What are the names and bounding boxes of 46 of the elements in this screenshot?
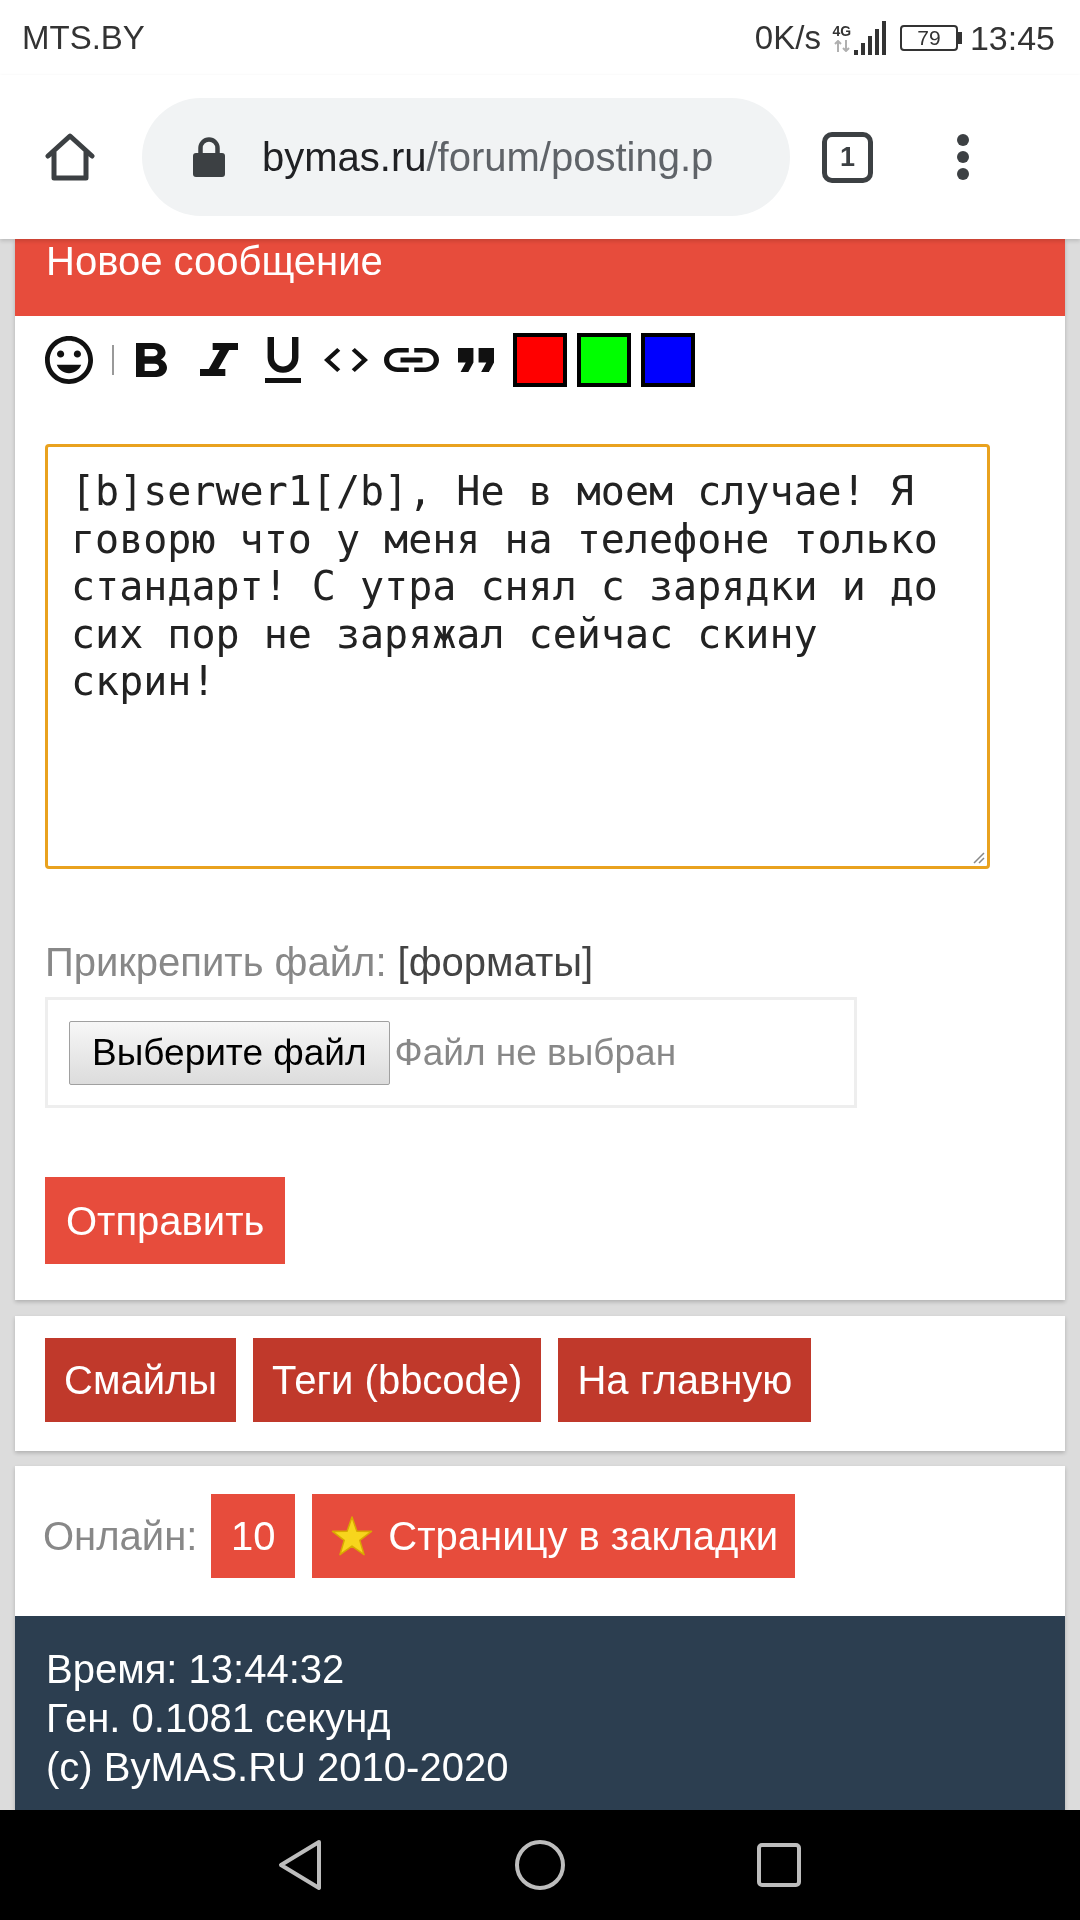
network-type-label: 4G	[832, 23, 852, 38]
italic-icon[interactable]	[200, 343, 238, 376]
file-status-text: Файл не выбран	[394, 1034, 677, 1071]
battery-percent: 79	[917, 27, 941, 48]
network-speed: 0K/s	[754, 21, 821, 54]
attach-label: Прикрепить файл:	[45, 939, 387, 985]
color-swatch-icon[interactable]	[641, 332, 695, 387]
smiley-icon[interactable]	[45, 335, 93, 384]
bold-icon[interactable]	[136, 342, 167, 377]
color-swatch-icon[interactable]	[577, 332, 631, 387]
footer-text: Время: 13:44:32	[46, 1646, 346, 1693]
address-bar[interactable]: bymas.ru/forum/posting.p	[142, 98, 790, 216]
code-icon[interactable]	[324, 347, 368, 372]
menu-icon[interactable]	[957, 134, 969, 180]
online-label: Онлайн:	[43, 1516, 198, 1556]
formats-link[interactable]: [форматы]	[397, 939, 594, 985]
underline-icon[interactable]	[265, 336, 301, 383]
submit-button[interactable]: Отправить	[45, 1177, 286, 1264]
carrier-name: MTS.BY	[22, 21, 145, 54]
nav-link-button[interactable]: Смайлы	[45, 1338, 237, 1422]
choose-file-button[interactable]: Выберите файл	[69, 1020, 390, 1085]
resize-handle-icon[interactable]	[973, 852, 985, 864]
form-title: Новое сообщение	[46, 239, 384, 283]
nav-link-button[interactable]: На главную	[558, 1338, 812, 1422]
home-icon[interactable]	[515, 1840, 565, 1890]
data-arrows-icon	[833, 39, 850, 52]
back-icon[interactable]	[278, 1839, 322, 1891]
bookmark-label: Страницу в закладки	[388, 1516, 779, 1556]
lock-icon	[193, 137, 225, 177]
nav-link-button[interactable]: Теги (bbcode)	[253, 1338, 542, 1422]
footer-text: (c) ByMAS.RU 2010-2020	[46, 1744, 510, 1791]
url-text: bymas.ru/forum/posting.p	[262, 137, 714, 177]
signal-icon	[853, 20, 886, 55]
star-icon	[331, 1516, 374, 1556]
color-swatch-icon[interactable]	[513, 332, 567, 387]
quote-icon[interactable]	[458, 347, 494, 372]
recents-icon[interactable]	[757, 1843, 801, 1887]
home-icon[interactable]	[45, 133, 95, 181]
tab-switcher-button[interactable]: 1	[822, 131, 873, 183]
clock-time: 13:45	[969, 20, 1055, 55]
online-count-link[interactable]: 10	[211, 1494, 296, 1578]
file-input-field[interactable]: Выберите файл Файл не выбран	[45, 997, 857, 1108]
footer-text: Ген. 0.1081 секунд	[46, 1695, 392, 1742]
bookmark-button[interactable]: Страницу в закладки	[312, 1494, 796, 1578]
link-icon[interactable]	[384, 347, 439, 372]
message-textarea[interactable]: [b]serwer1[/b], Не в моем случае! Я говорю что у меня на телефоне только стандарт! С утра снял с зарядки и до сих пор не заряжал сейчас скину скрин!	[45, 444, 990, 869]
